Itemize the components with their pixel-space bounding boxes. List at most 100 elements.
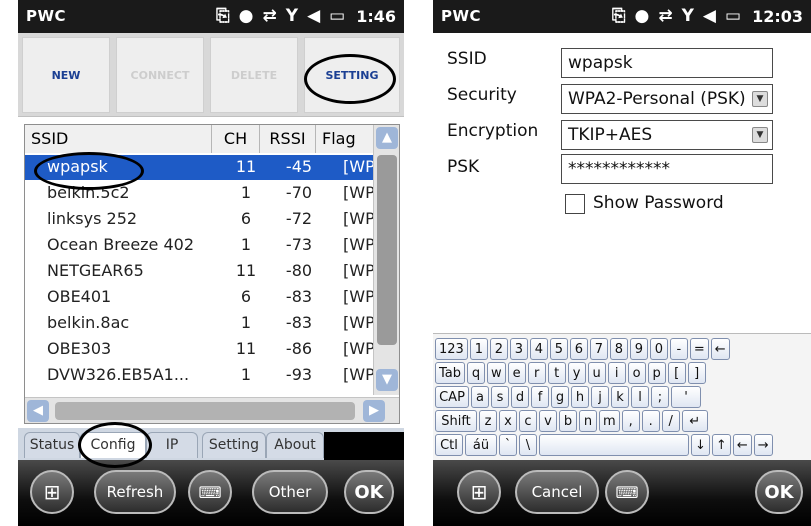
col-ssid[interactable]: SSID (25, 125, 212, 153)
key[interactable]: n (579, 410, 597, 432)
key[interactable]: c (519, 410, 537, 432)
table-row[interactable]: linksys 252 6 -72 [WP. (25, 207, 377, 232)
key[interactable]: v (539, 410, 557, 432)
key[interactable]: 2 (489, 338, 508, 360)
key[interactable]: h (571, 386, 589, 408)
arrow-down-key[interactable]: ↓ (691, 434, 710, 456)
key[interactable]: ` (499, 434, 517, 456)
vertical-scroll-thumb[interactable] (377, 155, 397, 345)
scroll-left-icon[interactable]: ◀ (27, 400, 49, 422)
col-ch[interactable]: CH (212, 125, 260, 153)
key[interactable]: s (491, 386, 509, 408)
key[interactable]: [ (667, 362, 686, 384)
setting-button[interactable]: SETTING (304, 37, 400, 113)
key[interactable]: . (641, 410, 660, 432)
arrow-right-key[interactable]: → (753, 434, 773, 456)
table-row[interactable]: DVW326.EB5A1... 1 -93 [WP (25, 363, 375, 388)
key[interactable]: e (507, 362, 526, 384)
ssid-list[interactable]: SSID CH RSSI Flag wpapsk 11 -45 [WP belk… (24, 124, 400, 424)
key[interactable]: 1 (469, 338, 488, 360)
tab-config[interactable]: Config (80, 432, 146, 458)
backspace-key[interactable]: ← (710, 338, 730, 360)
new-button[interactable]: NEW (22, 37, 110, 113)
key[interactable]: ; (651, 386, 669, 408)
key[interactable]: x (499, 410, 517, 432)
table-row[interactable]: belkin.8ac 1 -83 [WP. (25, 311, 377, 336)
windows-start-button[interactable]: ⊞ (30, 470, 74, 514)
table-row[interactable]: NETGEAR65 11 -80 [WP. (25, 259, 377, 284)
key[interactable]: , (621, 410, 640, 432)
arrow-left-key[interactable]: ← (732, 434, 752, 456)
key[interactable]: 123 (435, 338, 468, 360)
tab-about[interactable]: About (266, 432, 324, 458)
col-rssi[interactable]: RSSI (260, 125, 316, 153)
encryption-select[interactable]: TKIP+AES ▼ (561, 120, 773, 150)
key[interactable]: t (547, 362, 566, 384)
key[interactable]: - (669, 338, 688, 360)
tab-setting[interactable]: Setting (202, 432, 266, 458)
security-select[interactable]: WPA2-Personal (PSK) ▼ (561, 84, 773, 114)
arrow-up-key[interactable]: ↑ (711, 434, 731, 456)
key[interactable]: y (567, 362, 586, 384)
key[interactable]: 9 (629, 338, 648, 360)
key[interactable]: l (631, 386, 649, 408)
windows-start-button[interactable]: ⊞ (457, 470, 501, 514)
show-password-checkbox[interactable] (565, 194, 585, 214)
key[interactable]: p (647, 362, 666, 384)
horizontal-scroll-thumb[interactable] (55, 402, 355, 420)
caps-key[interactable]: CAP (435, 386, 469, 408)
key[interactable]: a (471, 386, 489, 408)
key[interactable]: o (627, 362, 646, 384)
key[interactable]: m (599, 410, 620, 432)
ssid-field[interactable]: wpapsk (561, 48, 773, 78)
table-row[interactable]: wpapsk 11 -45 [WP (25, 155, 375, 180)
table-row[interactable]: belkin.5c2 1 -70 [WP. (25, 181, 377, 206)
chevron-down-icon[interactable]: ▼ (752, 91, 768, 107)
horizontal-scrollbar[interactable]: ◀ ▶ (25, 397, 399, 423)
other-button[interactable]: Other (252, 470, 328, 514)
cancel-button[interactable]: Cancel (515, 470, 599, 514)
key[interactable]: 4 (529, 338, 548, 360)
enter-key[interactable]: ↵ (681, 410, 708, 432)
scroll-down-icon[interactable]: ▼ (376, 369, 398, 391)
ctl-key[interactable]: Ctl (435, 434, 463, 456)
key[interactable]: j (591, 386, 609, 408)
key[interactable]: q (467, 362, 485, 384)
table-row[interactable]: Ocean Breeze 402 1 -73 [WP. (25, 233, 377, 258)
key[interactable]: f (531, 386, 549, 408)
key[interactable]: 7 (589, 338, 608, 360)
key[interactable]: / (661, 410, 680, 432)
key[interactable]: i (607, 362, 626, 384)
refresh-button[interactable]: Refresh (94, 470, 176, 514)
key[interactable]: d (511, 386, 529, 408)
key[interactable]: 5 (549, 338, 568, 360)
ok-button[interactable]: OK (344, 470, 394, 514)
table-row[interactable]: OBE401 6 -83 [WP. (25, 285, 377, 310)
table-row[interactable]: OBE303 11 -86 [WP. (25, 337, 377, 362)
key[interactable]: 0 (649, 338, 668, 360)
tab-key[interactable]: Tab (435, 362, 465, 384)
key[interactable]: ' (671, 386, 701, 408)
key[interactable]: u (587, 362, 606, 384)
tab-status[interactable]: Status (24, 432, 80, 458)
keyboard-button[interactable]: ⌨ (605, 470, 649, 514)
accent-key[interactable]: áü (465, 434, 497, 456)
scroll-up-icon[interactable]: ▲ (376, 127, 398, 149)
shift-key[interactable]: Shift (435, 410, 477, 432)
key[interactable]: = (689, 338, 709, 360)
ok-button[interactable]: OK (755, 470, 803, 514)
key[interactable]: ] (687, 362, 706, 384)
connect-button[interactable]: CONNECT (116, 37, 204, 113)
key[interactable]: w (487, 362, 506, 384)
key[interactable]: k (611, 386, 629, 408)
key[interactable]: \ (519, 434, 537, 456)
key[interactable]: 3 (509, 338, 528, 360)
psk-field[interactable]: ************ (561, 154, 773, 184)
key[interactable]: g (551, 386, 569, 408)
vertical-scrollbar[interactable]: ▲ ▼ (373, 125, 399, 395)
delete-button[interactable]: DELETE (210, 37, 298, 113)
key[interactable]: 8 (609, 338, 628, 360)
chevron-down-icon[interactable]: ▼ (752, 127, 768, 143)
key[interactable]: z (479, 410, 497, 432)
scroll-right-icon[interactable]: ▶ (363, 400, 385, 422)
